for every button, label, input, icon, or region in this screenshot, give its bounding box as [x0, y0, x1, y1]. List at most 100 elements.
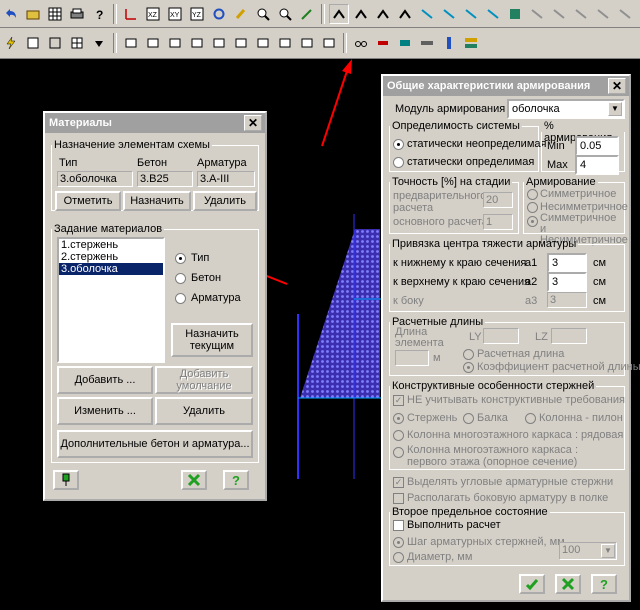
radio-determinate[interactable] [393, 157, 404, 168]
down-arrow-icon[interactable] [89, 33, 109, 53]
zoom-in-icon[interactable] [253, 4, 273, 24]
help-button[interactable]: ? [223, 470, 249, 490]
cancel-button[interactable] [555, 574, 581, 594]
second-select[interactable]: 100 ▼ [559, 542, 617, 560]
edit-button[interactable]: Изменить ... [57, 397, 153, 425]
tool-icon-10[interactable] [319, 33, 339, 53]
ignore-checkbox[interactable]: ✓ [393, 395, 404, 406]
section-icon[interactable] [373, 33, 393, 53]
close-icon[interactable]: ✕ [608, 78, 626, 94]
delete-button[interactable]: Удалить [193, 191, 257, 211]
list-item[interactable]: 3.оболочка [59, 263, 163, 275]
column-icon[interactable] [439, 33, 459, 53]
lightning-icon[interactable] [1, 33, 21, 53]
tool-icon-8[interactable] [275, 33, 295, 53]
lz-input[interactable] [551, 328, 587, 344]
tool-icon-7[interactable] [253, 33, 273, 53]
radio-type[interactable] [175, 253, 186, 264]
corner-checkbox[interactable]: ✓ [393, 477, 404, 488]
tool-icon-4[interactable] [187, 33, 207, 53]
table-icon[interactable] [23, 33, 43, 53]
add-default-button[interactable]: Добавить умолчание [155, 366, 253, 394]
radio-both[interactable] [527, 216, 538, 227]
radio-asymmetric[interactable] [527, 202, 538, 213]
rebar-arrow-icon-2[interactable] [439, 4, 459, 24]
glasses-icon[interactable] [351, 33, 371, 53]
rebar-general-icon[interactable] [329, 3, 349, 24]
radio-concrete[interactable] [175, 273, 186, 284]
a1-input[interactable]: 3 [547, 253, 587, 273]
tool-icon-6[interactable] [231, 33, 251, 53]
radio-indeterminate[interactable] [393, 139, 404, 150]
rebar-arrow-icon-3[interactable] [461, 4, 481, 24]
rebar-assign-icon[interactable] [373, 4, 393, 24]
radio-length-coef[interactable] [463, 362, 474, 373]
slab-icon[interactable] [417, 33, 437, 53]
xy-view-icon[interactable]: XY [165, 4, 185, 24]
accuracy-main-input[interactable]: 1 [483, 214, 513, 230]
radio-step[interactable] [393, 537, 404, 548]
rotate-icon[interactable] [209, 4, 229, 24]
frame-icon[interactable] [45, 33, 65, 53]
a3-input[interactable]: 3 [547, 292, 587, 308]
tool-icon-5[interactable] [209, 33, 229, 53]
len-m-input[interactable] [395, 350, 429, 366]
radio-calc-length[interactable] [463, 349, 474, 360]
ly-input[interactable] [483, 328, 519, 344]
list-item[interactable]: 1.стержень [59, 239, 163, 251]
tool-icon-1[interactable] [121, 33, 141, 53]
max-input[interactable]: 4 [575, 155, 619, 175]
yz-view-icon[interactable]: YZ [187, 4, 207, 24]
chevron-down-icon[interactable]: ▼ [601, 544, 615, 558]
axis-icon[interactable] [121, 4, 141, 24]
mark-button[interactable]: Отметить [55, 191, 121, 211]
accuracy-pre-input[interactable]: 20 [483, 192, 513, 208]
extra-materials-button[interactable]: Дополнительные бетон и арматура... [57, 430, 253, 458]
chevron-down-icon[interactable]: ▼ [608, 102, 622, 116]
radio-symmetric[interactable] [527, 189, 538, 200]
radio-rebar[interactable] [175, 293, 186, 304]
rebar-edit-icon[interactable] [395, 4, 415, 24]
help-button[interactable]: ? [591, 574, 617, 594]
pan-icon[interactable] [231, 4, 251, 24]
grid-icon[interactable] [45, 4, 65, 24]
beam-icon[interactable] [395, 33, 415, 53]
pin-button[interactable] [53, 470, 79, 490]
close-icon[interactable]: ✕ [244, 115, 262, 131]
rebar-arrow-icon-1[interactable] [417, 4, 437, 24]
printer-icon[interactable] [67, 4, 87, 24]
tool-icon-9[interactable] [297, 33, 317, 53]
min-input[interactable]: 0.05 [575, 136, 619, 156]
materials-list[interactable]: 1.стержень 2.стержень 3.оболочка [57, 237, 165, 363]
grid2-icon[interactable] [67, 33, 87, 53]
open-icon[interactable] [23, 4, 43, 24]
color-bar-icon[interactable] [461, 33, 481, 53]
add-button[interactable]: Добавить ... [57, 366, 153, 394]
xz-view-icon[interactable]: XZ [143, 4, 163, 24]
undo-icon[interactable] [1, 4, 21, 24]
radio-beam[interactable] [463, 413, 474, 424]
assign-current-button[interactable]: Назначить текущим [171, 323, 253, 357]
ok-button[interactable] [519, 574, 545, 594]
side-checkbox[interactable] [393, 493, 404, 504]
radio-multi2[interactable] [393, 447, 404, 458]
mesh-icon[interactable] [505, 4, 525, 24]
delete2-button[interactable]: Удалить [155, 397, 253, 425]
zoom-out-icon[interactable] [275, 4, 295, 24]
radio-column[interactable] [525, 413, 536, 424]
pencil-icon[interactable] [297, 4, 317, 24]
cancel-button[interactable] [181, 470, 207, 490]
help-icon[interactable]: ? [89, 4, 109, 24]
list-item[interactable]: 2.стержень [59, 251, 163, 263]
module-select[interactable]: оболочка ▼ [507, 99, 625, 119]
rebar-type-icon[interactable] [351, 4, 371, 24]
tool-icon-2[interactable] [143, 33, 163, 53]
assign-button[interactable]: Назначить [123, 191, 191, 211]
radio-rod[interactable] [393, 413, 404, 424]
a2-input[interactable]: 3 [547, 272, 587, 292]
tool-icon-3[interactable] [165, 33, 185, 53]
rebar-arrow-icon-4[interactable] [483, 4, 503, 24]
radio-diameter[interactable] [393, 552, 404, 563]
radio-multi1[interactable] [393, 430, 404, 441]
second-checkbox[interactable] [393, 520, 404, 531]
